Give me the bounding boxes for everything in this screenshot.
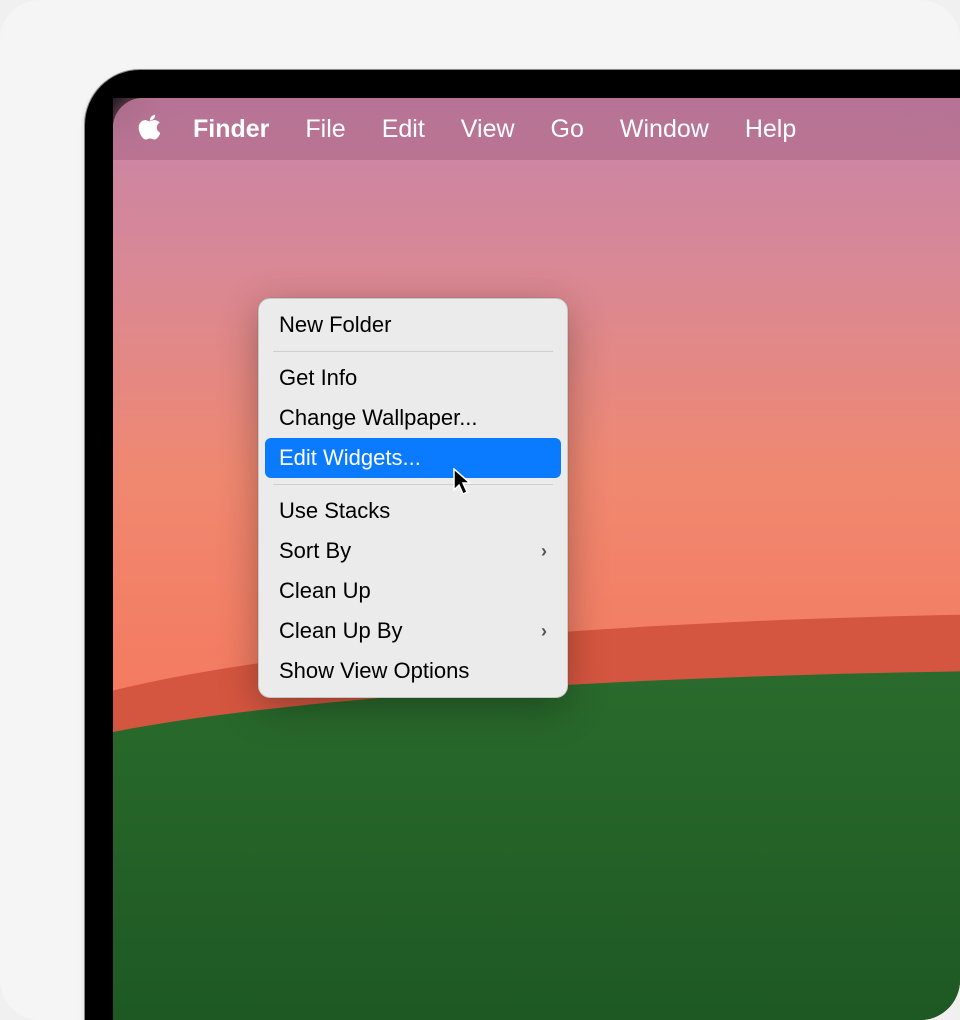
- cursor-pointer-icon: [453, 468, 473, 496]
- apple-menu-icon[interactable]: [137, 112, 187, 147]
- menubar-item-view[interactable]: View: [443, 109, 533, 150]
- menu-item-label: Change Wallpaper...: [279, 405, 478, 431]
- menu-separator: [273, 351, 553, 352]
- menu-item-label: New Folder: [279, 312, 391, 338]
- menubar-item-file[interactable]: File: [287, 109, 363, 150]
- menu-item-sort-by[interactable]: Sort By ›: [265, 531, 561, 571]
- menu-item-label: Edit Widgets...: [279, 445, 421, 471]
- menu-item-edit-widgets[interactable]: Edit Widgets...: [265, 438, 561, 478]
- menu-separator: [273, 484, 553, 485]
- desktop-screen[interactable]: Finder File Edit View Go Window Help New…: [113, 98, 960, 1020]
- menubar-item-help[interactable]: Help: [727, 109, 814, 150]
- chevron-right-icon: ›: [541, 621, 547, 642]
- menu-item-label: Clean Up By: [279, 618, 403, 644]
- menu-item-show-view-options[interactable]: Show View Options: [265, 651, 561, 691]
- menu-item-label: Use Stacks: [279, 498, 390, 524]
- wallpaper-band-green: [113, 670, 960, 1020]
- menubar: Finder File Edit View Go Window Help: [113, 98, 960, 160]
- menu-item-clean-up-by[interactable]: Clean Up By ›: [265, 611, 561, 651]
- desktop-context-menu: New Folder Get Info Change Wallpaper... …: [258, 298, 568, 698]
- menu-item-label: Sort By: [279, 538, 351, 564]
- menubar-item-go[interactable]: Go: [533, 109, 602, 150]
- menubar-app-name[interactable]: Finder: [187, 109, 287, 150]
- menu-item-label: Get Info: [279, 365, 357, 391]
- menu-item-new-folder[interactable]: New Folder: [265, 305, 561, 345]
- device-bezel: Finder File Edit View Go Window Help New…: [85, 70, 960, 1020]
- menu-item-change-wallpaper[interactable]: Change Wallpaper...: [265, 398, 561, 438]
- menubar-item-edit[interactable]: Edit: [364, 109, 443, 150]
- outer-frame: Finder File Edit View Go Window Help New…: [0, 0, 960, 1020]
- menu-item-get-info[interactable]: Get Info: [265, 358, 561, 398]
- menu-item-label: Clean Up: [279, 578, 371, 604]
- menu-item-label: Show View Options: [279, 658, 469, 684]
- chevron-right-icon: ›: [541, 541, 547, 562]
- menubar-item-window[interactable]: Window: [602, 109, 727, 150]
- menu-item-use-stacks[interactable]: Use Stacks: [265, 491, 561, 531]
- menu-item-clean-up[interactable]: Clean Up: [265, 571, 561, 611]
